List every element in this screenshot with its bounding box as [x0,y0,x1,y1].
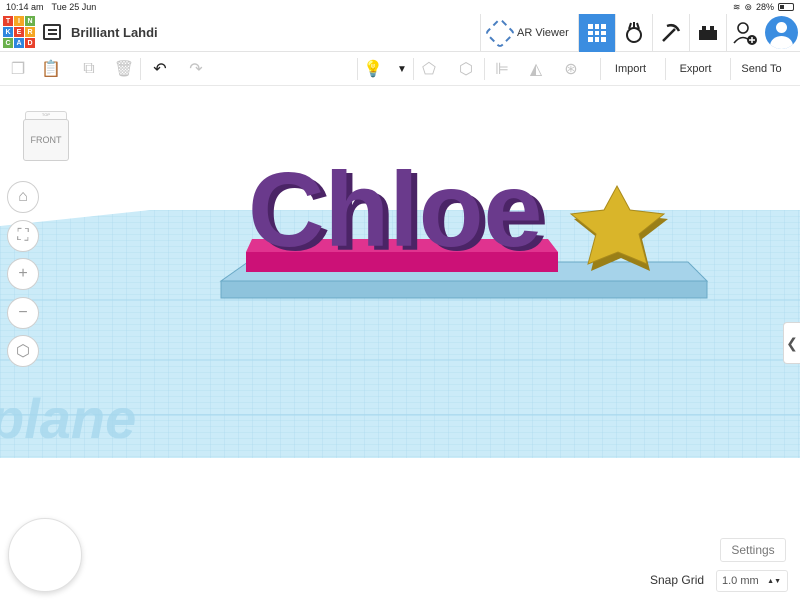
home-view-button[interactable]: ⌂ [7,181,39,213]
pickaxe-icon [662,23,681,42]
orientation-lock-icon: ⊚ [744,1,752,12]
user-avatar[interactable] [765,16,798,49]
app-header: TIN KER CAD Brilliant Lahdi AR Viewer [0,14,800,52]
logo-letter: N [25,16,35,26]
snap-grid-select[interactable]: 1.0 mm ▲▼ [716,570,788,592]
logo-letter: T [3,16,13,26]
blocks-view-button[interactable] [615,14,652,52]
grid-view-icon [588,24,606,42]
ar-viewer-label: AR Viewer [517,27,569,39]
copy-icon[interactable]: ❐ [8,59,28,79]
add-user-button[interactable] [726,14,763,52]
cruise-icon[interactable]: ⊛ [561,59,581,79]
add-user-icon [733,22,757,45]
group-icon[interactable]: ⬠ [419,59,439,79]
tinkercad-app: 10:14 am Tue 25 Jun ≋ ⊚ 28% TIN KER CAD Br… [0,0,800,600]
logo-letter: K [3,27,13,37]
ar-viewer-icon [484,17,516,49]
logo-letter: D [25,38,35,48]
battery-percent: 28% [755,2,774,12]
shapes-panel-toggle[interactable]: ❮ [783,322,800,364]
perspective-icon: ⬡ [16,343,30,360]
mirror-icon[interactable]: ◭ [526,59,546,79]
sim-lab-button[interactable] [652,14,689,52]
snap-grid-value: 1.0 mm [722,575,759,587]
fit-view-icon: ⛶ [17,227,29,244]
send-to-button[interactable]: Send To [730,58,792,80]
logo-letter: A [14,38,24,48]
logo-letter: E [14,27,24,37]
logo-letter: I [14,16,24,26]
orbit-joystick[interactable] [8,518,82,592]
zoom-out-button[interactable]: − [7,297,39,329]
blocks-view-icon [626,22,642,43]
logo-letter: C [3,38,13,48]
perspective-button[interactable]: ⬡ [7,335,39,367]
zoom-out-icon: − [18,304,28,321]
status-time: 10:14 am [6,2,44,12]
settings-button[interactable]: Settings [720,538,786,562]
ungroup-icon[interactable]: ⬡ [456,59,476,79]
zoom-in-icon: + [18,265,28,282]
status-date: Tue 25 Jun [51,2,97,12]
logo-letter: R [25,27,35,37]
bricks-view-button[interactable] [689,14,726,52]
chevron-left-icon: ❮ [786,334,798,351]
dropdown-caret-icon[interactable]: ▼ [392,59,412,79]
align-icon[interactable]: ⊫ [492,59,512,79]
ar-viewer-button[interactable]: AR Viewer [480,14,576,52]
light-icon[interactable]: 💡 [363,59,383,79]
workplane-label: plane [0,387,136,450]
paste-icon[interactable]: 📋 [41,59,61,79]
tinkercad-logo[interactable]: TIN KER CAD [3,16,35,49]
export-button[interactable]: Export [665,58,725,80]
scene-canvas[interactable]: plane Chloe Chloe [0,86,800,600]
design-title[interactable]: Brilliant Lahdi [71,25,158,40]
delete-icon[interactable]: 🗑 [114,59,134,79]
snap-grid-label: Snap Grid [650,573,705,587]
duplicate-icon[interactable]: ⧉ [79,59,99,79]
grid-view-button[interactable] [578,14,615,52]
home-icon: ⌂ [18,188,28,205]
battery-icon [778,3,794,11]
edit-toolbar: ❐ 📋 ⧉ 🗑 ↶ ↷ 💡 ▼ ⬠ ⬡ ⊫ ◭ ⊛ Import Export … [0,52,800,86]
fit-view-button[interactable]: ⛶ [7,220,39,252]
design-list-icon[interactable] [43,24,61,40]
view-cube[interactable]: TOP FRONT [23,111,69,161]
view-cube-front[interactable]: FRONT [23,119,69,161]
import-button[interactable]: Import [600,58,660,80]
chevron-down-icon: ▲▼ [767,577,781,585]
undo-icon[interactable]: ↶ [150,59,170,79]
chloe-text-object[interactable]: Chloe [248,151,542,269]
status-bar: 10:14 am Tue 25 Jun ≋ ⊚ 28% [0,0,800,14]
wifi-icon: ≋ [732,1,741,12]
base-plate-front[interactable] [220,280,708,299]
workplane-viewport[interactable]: plane Chloe Chloe [0,86,800,600]
zoom-in-button[interactable]: + [7,258,39,290]
redo-icon[interactable]: ↷ [186,59,206,79]
bricks-view-icon [699,26,717,40]
